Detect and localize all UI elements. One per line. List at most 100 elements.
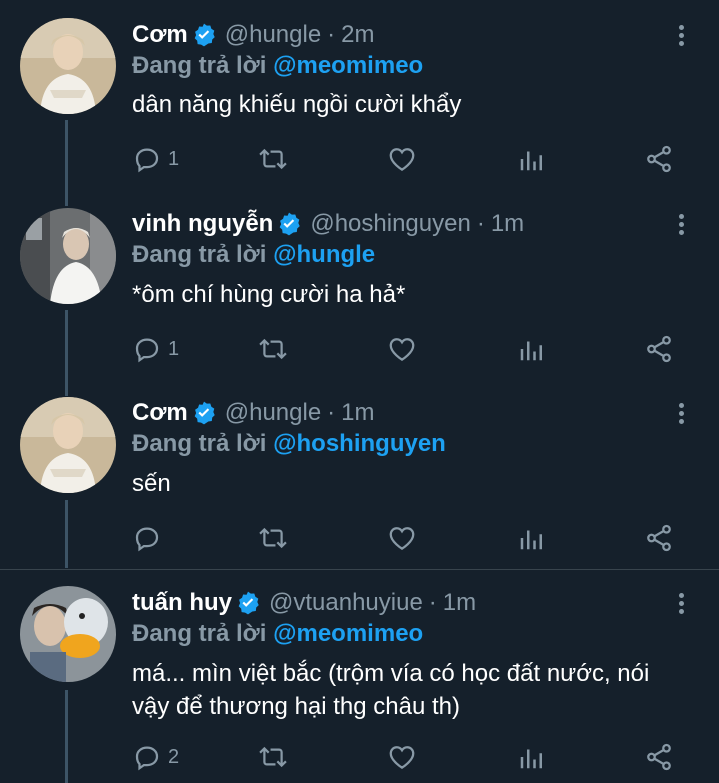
separator-dot: ·: [327, 21, 336, 48]
action-bar: 2: [132, 740, 677, 774]
like-icon: [389, 746, 415, 769]
share-icon: [647, 743, 671, 771]
mention-link[interactable]: @meomimeo: [273, 620, 423, 647]
retweet-icon: [259, 527, 287, 549]
replying-to-label: Đang trả lời: [132, 430, 267, 457]
tweet-text: sến: [132, 470, 171, 497]
tweet-text: *ôm chí hùng cười ha hả*: [132, 281, 406, 308]
thread-line: [65, 310, 68, 396]
reply-count: 2: [168, 745, 180, 768]
analytics-button[interactable]: [517, 521, 547, 555]
replying-to: Đang trả lời @hoshinguyen: [132, 430, 446, 458]
retweet-button[interactable]: [257, 740, 289, 774]
more-options-icon[interactable]: [669, 209, 693, 239]
replying-to: Đang trả lời @meomimeo: [132, 620, 423, 648]
replying-to: Đang trả lời @meomimeo: [132, 52, 423, 80]
tweet-header: vinh nguyễn @hoshinguyen · 1m: [132, 209, 524, 239]
share-button[interactable]: [644, 142, 674, 176]
retweet-button[interactable]: [257, 521, 289, 555]
thread-line: [65, 500, 68, 568]
mention-link[interactable]: @meomimeo: [273, 52, 423, 79]
action-bar: [132, 521, 677, 555]
verified-badge-icon: [276, 211, 302, 237]
divider: [0, 569, 719, 570]
analytics-icon: [520, 749, 542, 769]
more-options-icon[interactable]: [669, 20, 693, 50]
thread-line: [65, 690, 68, 783]
analytics-button[interactable]: [517, 740, 547, 774]
avatar[interactable]: [20, 586, 116, 682]
user-handle[interactable]: @hoshinguyen: [310, 210, 470, 238]
display-name[interactable]: Cơm: [132, 21, 188, 49]
reply-icon: [135, 746, 159, 771]
like-button[interactable]: [387, 142, 417, 176]
timestamp[interactable]: 1m: [491, 210, 524, 238]
display-name[interactable]: tuấn huy: [132, 589, 232, 617]
share-button[interactable]: [644, 332, 674, 366]
separator-dot: ·: [428, 589, 437, 616]
retweet-button[interactable]: [257, 332, 289, 366]
share-icon: [647, 335, 671, 363]
user-handle[interactable]: @hungle: [225, 21, 321, 49]
mention-link[interactable]: @hungle: [273, 241, 375, 268]
analytics-icon: [520, 341, 542, 361]
separator-dot: ·: [327, 399, 336, 426]
reply-button[interactable]: 1: [132, 142, 179, 176]
like-icon: [389, 527, 415, 550]
like-button[interactable]: [387, 740, 417, 774]
reply-count: 1: [168, 147, 180, 170]
separator-dot: ·: [476, 210, 485, 237]
retweet-icon: [259, 746, 287, 768]
share-button[interactable]: [644, 521, 674, 555]
user-handle[interactable]: @vtuanhuyiue: [269, 589, 423, 617]
more-options-icon[interactable]: [669, 398, 693, 428]
reply-icon: [135, 527, 159, 552]
like-icon: [389, 338, 415, 361]
share-button[interactable]: [644, 740, 674, 774]
reply-count: 1: [168, 337, 180, 360]
replying-to-label: Đang trả lời: [132, 620, 267, 647]
avatar[interactable]: [20, 18, 116, 114]
avatar[interactable]: [20, 397, 116, 493]
display-name[interactable]: Cơm: [132, 399, 188, 427]
reply-icon: [135, 148, 159, 173]
retweet-icon: [259, 338, 287, 360]
like-icon: [389, 148, 415, 171]
retweet-button[interactable]: [257, 142, 289, 176]
reply-icon: [135, 338, 159, 363]
timestamp[interactable]: 2m: [341, 21, 374, 49]
mention-link[interactable]: @hoshinguyen: [273, 430, 446, 457]
timestamp[interactable]: 1m: [341, 399, 374, 427]
tweet-header: Cơm @hungle · 2m: [132, 20, 375, 50]
replying-to-label: Đang trả lời: [132, 52, 267, 79]
share-icon: [647, 524, 671, 552]
reply-button[interactable]: [132, 521, 168, 555]
like-button[interactable]: [387, 332, 417, 366]
analytics-button[interactable]: [517, 332, 547, 366]
more-options-icon[interactable]: [669, 588, 693, 618]
thread-line: [65, 120, 68, 206]
verified-badge-icon: [191, 22, 217, 48]
like-button[interactable]: [387, 521, 417, 555]
share-icon: [647, 145, 671, 173]
replying-to-label: Đang trả lời: [132, 241, 267, 268]
tweet-header: tuấn huy @vtuanhuyiue · 1m: [132, 588, 476, 618]
analytics-button[interactable]: [517, 142, 547, 176]
retweet-icon: [259, 148, 287, 170]
display-name[interactable]: vinh nguyễn: [132, 210, 273, 238]
tweet-header: Cơm @hungle · 1m: [132, 398, 375, 428]
tweet-text: dân năng khiếu ngồi cười khẩy: [132, 91, 462, 118]
reply-button[interactable]: 2: [132, 740, 179, 774]
tweet-text: má... mìn việt bắc (trộm vía có học đất …: [132, 660, 650, 720]
avatar[interactable]: [20, 208, 116, 304]
timestamp[interactable]: 1m: [443, 589, 476, 617]
replying-to: Đang trả lời @hungle: [132, 241, 375, 269]
analytics-icon: [520, 530, 542, 550]
analytics-icon: [520, 151, 542, 171]
user-handle[interactable]: @hungle: [225, 399, 321, 427]
action-bar: 1: [132, 332, 677, 366]
verified-badge-icon: [235, 590, 261, 616]
action-bar: 1: [132, 142, 677, 176]
verified-badge-icon: [191, 400, 217, 426]
reply-button[interactable]: 1: [132, 332, 179, 366]
